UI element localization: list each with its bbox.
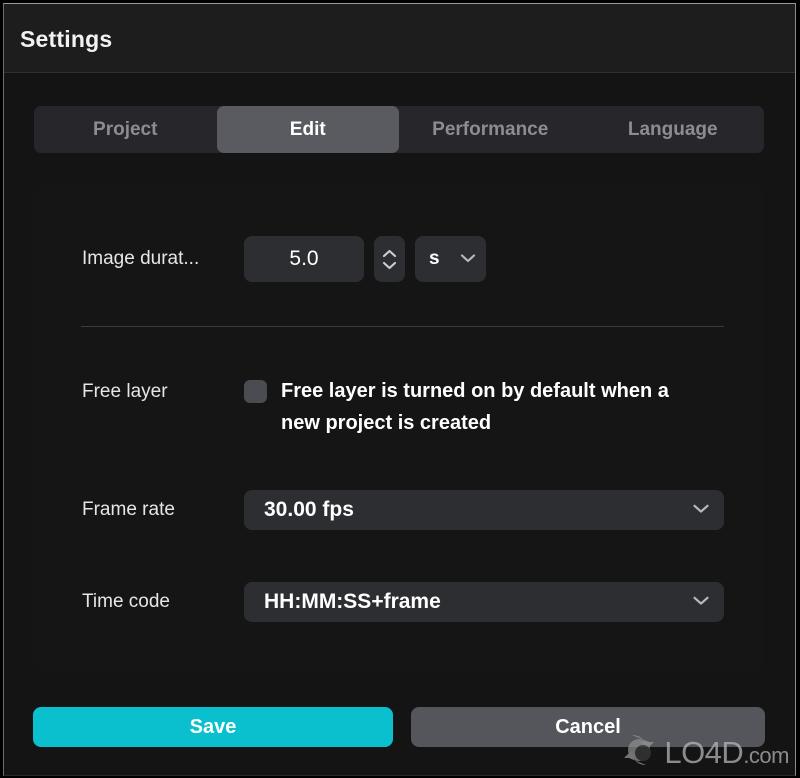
image-duration-row: Image durat... 5.0 s (82, 236, 732, 282)
free-layer-caption: Free layer is turned on by default when … (281, 380, 669, 435)
title-bar: Settings (4, 4, 795, 73)
time-code-select[interactable]: HH:MM:SS+frame (244, 582, 724, 622)
section-divider (81, 326, 724, 327)
free-layer-label: Free layer (82, 381, 168, 402)
tab-project[interactable]: Project (34, 106, 217, 153)
tab-language-label: Language (627, 118, 718, 140)
free-layer-row: Free layer Free layer is turned on by de… (82, 375, 732, 440)
spinner-up-icon[interactable] (382, 249, 397, 258)
time-code-label: Time code (82, 591, 170, 612)
tab-performance[interactable]: Performance (399, 106, 582, 153)
save-button[interactable]: Save (33, 707, 393, 747)
chevron-down-icon (692, 593, 710, 611)
cancel-button[interactable]: Cancel (411, 707, 765, 747)
settings-tab-bar: Project Edit Performance Language (34, 106, 764, 153)
frame-rate-row: Frame rate 30.00 fps (82, 490, 742, 530)
image-duration-unit-select[interactable]: s (415, 236, 486, 282)
tab-edit-label: Edit (289, 118, 326, 140)
spinner-down-icon[interactable] (382, 261, 397, 270)
tab-language[interactable]: Language (582, 106, 765, 153)
image-duration-unit-value: s (429, 248, 440, 269)
edit-settings-panel: Image durat... 5.0 s Free layer Free lay… (34, 183, 764, 674)
tab-project-label: Project (93, 118, 158, 140)
time-code-row: Time code HH:MM:SS+frame (82, 582, 742, 622)
free-layer-checkbox[interactable] (244, 380, 267, 403)
frame-rate-label: Frame rate (82, 499, 175, 520)
chevron-down-icon (692, 501, 710, 519)
image-duration-input[interactable]: 5.0 (244, 236, 364, 282)
cancel-button-label: Cancel (555, 715, 621, 738)
save-button-label: Save (189, 715, 237, 738)
tab-edit[interactable]: Edit (216, 106, 399, 153)
tab-performance-label: Performance (432, 118, 549, 140)
image-duration-stepper[interactable] (374, 236, 405, 282)
image-duration-label: Image durat... (82, 248, 200, 269)
frame-rate-select[interactable]: 30.00 fps (244, 490, 724, 530)
time-code-value: HH:MM:SS+frame (264, 590, 441, 613)
frame-rate-value: 30.00 fps (264, 498, 354, 521)
chevron-down-icon (460, 250, 476, 268)
settings-window: Settings Project Edit Performance Langua… (3, 3, 796, 776)
image-duration-value: 5.0 (289, 247, 319, 270)
page-title: Settings (20, 26, 113, 52)
